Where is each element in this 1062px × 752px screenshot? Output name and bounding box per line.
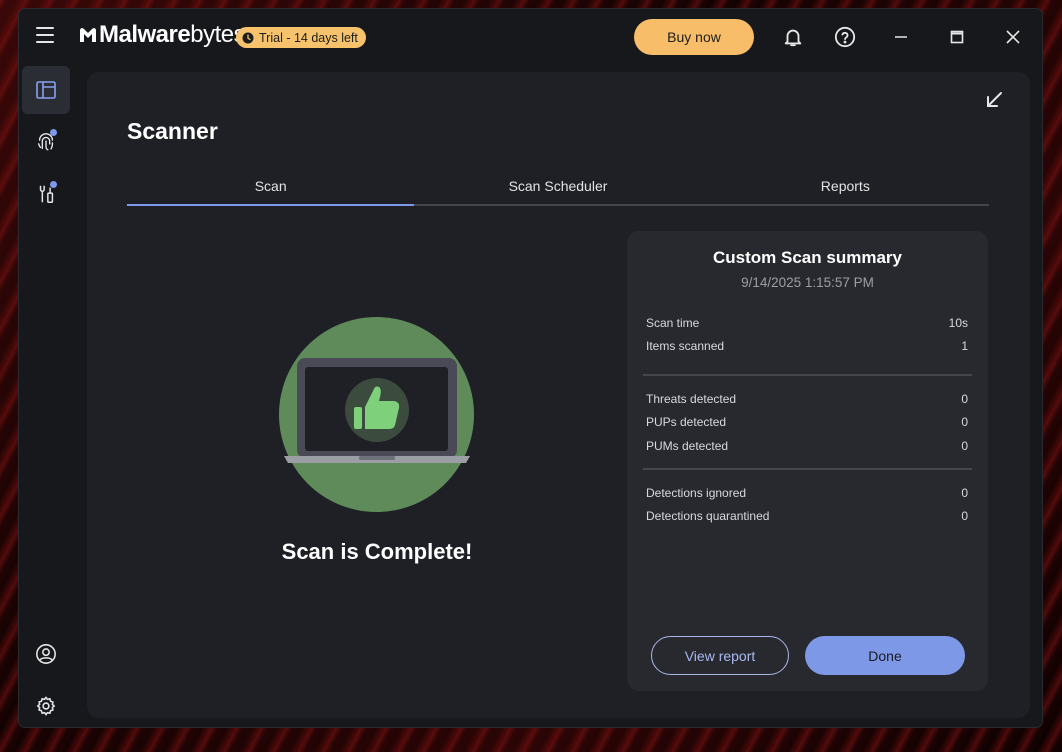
- row-label: Detections quarantined: [646, 509, 770, 523]
- sidebar-item-dashboard[interactable]: [22, 66, 70, 114]
- sidebar-item-account[interactable]: [22, 630, 70, 678]
- scan-complete-message: Scan is Complete!: [281, 539, 473, 564]
- tab-scan-scheduler[interactable]: Scan Scheduler: [414, 176, 701, 204]
- tab-scan[interactable]: Scan: [127, 176, 415, 206]
- app-logo: Malware bytes: [78, 21, 246, 49]
- clock-icon: [242, 32, 254, 43]
- scanner-tabs: Scan Scan Scheduler Reports: [127, 176, 989, 206]
- summary-row-items-scanned: Items scanned 1: [646, 339, 968, 357]
- tab-reports[interactable]: Reports: [702, 176, 989, 204]
- row-label: Scan time: [646, 316, 700, 330]
- sidebar-item-tools[interactable]: [22, 170, 70, 218]
- bell-icon[interactable]: [781, 25, 805, 49]
- hamburger-icon[interactable]: [36, 27, 54, 43]
- malwarebytes-logo-icon: [80, 28, 96, 42]
- trial-badge-label: Trial - 14 days left: [259, 30, 358, 45]
- summary-row-threats: Threats detected 0: [646, 392, 968, 410]
- account-icon: [36, 644, 56, 664]
- notification-dot: [50, 181, 57, 188]
- summary-date: 9/14/2025 1:15:57 PM: [741, 275, 874, 290]
- row-value: 0: [961, 392, 968, 406]
- summary-row-quarantined: Detections quarantined 0: [646, 509, 968, 527]
- summary-row-scan-time: Scan time 10s: [646, 316, 968, 334]
- row-value: 0: [961, 415, 968, 429]
- summary-title: Custom Scan summary: [713, 248, 902, 267]
- row-value: 0: [961, 439, 968, 453]
- scan-summary-card: Custom Scan summary 9/14/2025 1:15:57 PM…: [627, 231, 988, 691]
- page-title: Scanner: [127, 118, 218, 144]
- summary-row-pups: PUPs detected 0: [646, 415, 968, 433]
- row-label: PUPs detected: [646, 415, 727, 429]
- divider: [643, 468, 972, 470]
- row-label: PUMs detected: [646, 439, 729, 453]
- close-icon[interactable]: [1001, 25, 1025, 49]
- row-label: Items scanned: [646, 339, 725, 353]
- sidebar-item-settings[interactable]: [22, 682, 70, 727]
- summary-row-ignored: Detections ignored 0: [646, 486, 968, 504]
- row-value: 0: [961, 486, 968, 500]
- divider: [643, 374, 972, 376]
- minimize-icon[interactable]: [889, 25, 913, 49]
- maximize-icon[interactable]: [945, 25, 969, 49]
- view-report-button[interactable]: View report: [651, 636, 789, 675]
- brand-bold: Malware: [99, 21, 191, 48]
- summary-row-pums: PUMs detected 0: [646, 439, 968, 457]
- dashboard-icon: [36, 81, 56, 99]
- scanner-panel: Scanner Scan Scan Scheduler Reports Scan…: [87, 72, 1030, 718]
- row-value: 1: [961, 339, 968, 353]
- row-value: 10s: [948, 316, 968, 330]
- row-label: Detections ignored: [646, 486, 747, 500]
- app-window: Malware bytes Trial - 14 days left Buy no…: [19, 9, 1042, 727]
- sidebar-item-protection[interactable]: [22, 118, 70, 166]
- scan-complete-illustration: [279, 317, 474, 512]
- help-icon[interactable]: [833, 25, 857, 49]
- title-bar: Malware bytes Trial - 14 days left Buy no…: [19, 9, 1042, 63]
- done-button[interactable]: Done: [805, 636, 965, 675]
- row-value: 0: [961, 509, 968, 523]
- notification-dot: [50, 129, 57, 136]
- gear-icon: [36, 696, 56, 716]
- collapse-arrow-icon[interactable]: [983, 89, 1005, 111]
- trial-badge[interactable]: Trial - 14 days left: [236, 27, 366, 48]
- sidebar: [19, 63, 75, 727]
- buy-now-button[interactable]: Buy now: [634, 19, 754, 55]
- row-label: Threats detected: [646, 392, 737, 406]
